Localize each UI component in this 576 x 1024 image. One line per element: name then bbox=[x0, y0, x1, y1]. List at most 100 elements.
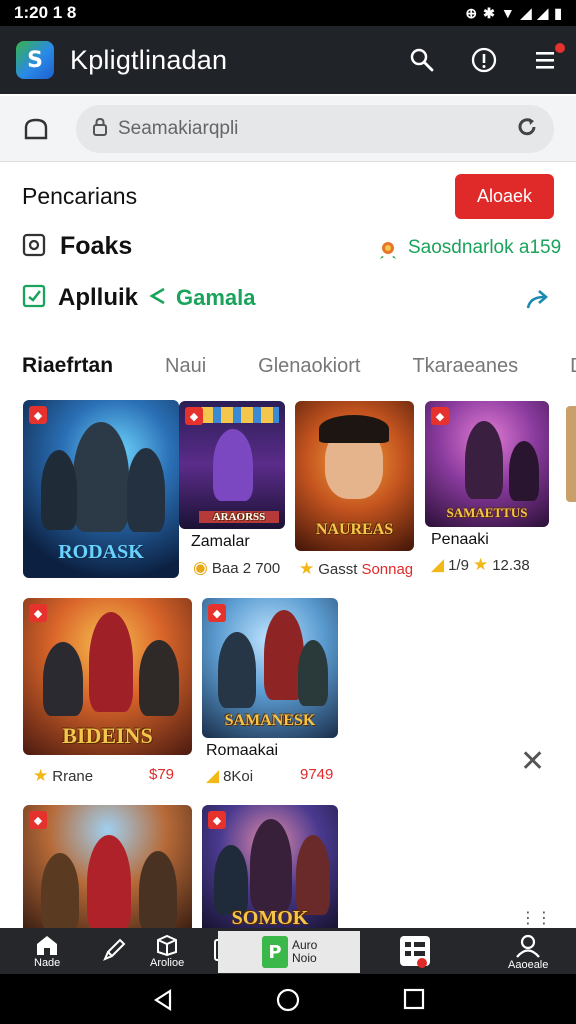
hero-hair bbox=[319, 415, 389, 443]
game-meta: ★ Rrane bbox=[33, 766, 93, 786]
notification-dot bbox=[555, 43, 565, 53]
sync-icon: ⊕ bbox=[465, 4, 478, 21]
games-label: Gamala bbox=[176, 285, 256, 310]
expand-icon[interactable]: ⋮⋮ bbox=[520, 908, 552, 927]
ticket-icon: ◢ bbox=[431, 555, 445, 574]
badge-icon: ◆ bbox=[29, 811, 47, 829]
ticket-icon: ◢ bbox=[206, 766, 220, 785]
cover-title: SAMANESK bbox=[224, 712, 316, 729]
app-logo-icon[interactable]: S bbox=[16, 41, 54, 79]
share-icon[interactable] bbox=[524, 288, 552, 316]
nav-edit[interactable] bbox=[102, 938, 126, 962]
star-icon: ★ bbox=[33, 766, 49, 785]
hero-figure bbox=[73, 422, 129, 532]
status-bar: 1:20 1 8 ⊕ ✱ ▼ ◢ ◢ ▮ bbox=[0, 0, 576, 26]
alert-button[interactable]: Aloaek bbox=[455, 174, 554, 219]
battery-icon: ▮ bbox=[554, 4, 562, 21]
recents-icon[interactable] bbox=[403, 988, 425, 1010]
game-rating: Gasst bbox=[318, 560, 358, 578]
cover-title: SOMOK bbox=[231, 907, 309, 929]
bluetooth-icon: ✱ bbox=[483, 4, 495, 21]
game-card[interactable]: ◆ BIDEINS bbox=[23, 598, 192, 755]
nav-home-label: Nade bbox=[34, 957, 61, 969]
home-circle-icon[interactable] bbox=[276, 988, 300, 1012]
tab-categories[interactable]: Tkaraeanes bbox=[412, 355, 518, 378]
game-card[interactable]: ◆ RODASK bbox=[23, 400, 179, 578]
apps-row[interactable]: Aplluik Gamala bbox=[22, 284, 256, 312]
saved-link-text: Saosdnarlok a159 bbox=[408, 237, 562, 258]
cover-title: SAMAETTUS bbox=[446, 505, 528, 520]
game-card[interactable]: ◆ SAMAETTUS bbox=[425, 401, 549, 527]
tab-more[interactable]: D bbox=[570, 355, 576, 378]
nav-home[interactable]: Nade bbox=[34, 934, 60, 969]
hero-figure bbox=[127, 448, 165, 532]
pill-sub: Noio bbox=[292, 951, 317, 965]
signal-icon: ◢ bbox=[520, 4, 532, 21]
search-row bbox=[0, 96, 576, 162]
game-card[interactable]: ◆ bbox=[23, 805, 192, 930]
nav-center-pill[interactable]: P Auro Noio bbox=[218, 931, 360, 973]
category-tabs: Riaefrtan Naui Glenaokiort Tkaraeanes D bbox=[22, 346, 576, 386]
badge-icon: ◆ bbox=[185, 407, 203, 425]
menu-icon[interactable] bbox=[532, 43, 565, 74]
square-icon bbox=[22, 233, 46, 261]
tab-games[interactable]: Glenaokiort bbox=[258, 355, 360, 378]
tab-new[interactable]: Naui bbox=[165, 355, 206, 378]
flower-icon bbox=[380, 242, 396, 259]
game-rating: Baa 2 700 bbox=[211, 559, 281, 577]
game-card[interactable]: NAUREAS bbox=[295, 401, 414, 551]
status-time: 1:20 1 8 bbox=[14, 3, 77, 22]
apps-label: Aplluik bbox=[58, 284, 139, 311]
game-title: Penaaki bbox=[431, 531, 489, 548]
hero-figure bbox=[139, 640, 179, 716]
cover-title: ARAORSS bbox=[199, 511, 279, 523]
hero-figure bbox=[41, 450, 77, 530]
nav-archive-label: Arolioe bbox=[150, 957, 185, 969]
refresh-icon[interactable] bbox=[516, 116, 538, 142]
cover-title: RODASK bbox=[58, 541, 144, 563]
app-actions bbox=[408, 43, 565, 74]
hero-figure bbox=[43, 642, 83, 716]
game-title: Romaakai bbox=[206, 742, 279, 759]
tab-recommended[interactable]: Riaefrtan bbox=[22, 354, 113, 378]
game-meta: ◉ Baa 2 700 bbox=[193, 558, 280, 578]
info-icon[interactable] bbox=[470, 46, 498, 74]
hero-figure bbox=[465, 421, 503, 499]
star-icon: ★ bbox=[299, 559, 315, 578]
hero-figure bbox=[250, 819, 292, 911]
nav-archive[interactable]: Arolioe bbox=[150, 934, 184, 969]
nav-grid[interactable] bbox=[398, 934, 432, 968]
game-price: 12.38 bbox=[492, 556, 530, 574]
hero-figure bbox=[89, 612, 133, 712]
game-meta: ◢ 8Koi bbox=[206, 766, 253, 786]
cover-band bbox=[201, 407, 279, 423]
search-field[interactable] bbox=[76, 104, 554, 153]
home-outline-icon[interactable] bbox=[14, 107, 58, 151]
search-input[interactable] bbox=[118, 117, 516, 140]
game-card[interactable]: ◆ SAMANESK bbox=[202, 598, 338, 738]
app-bar: S Kpligtlinadan bbox=[0, 26, 576, 94]
close-icon[interactable]: ✕ bbox=[520, 744, 545, 779]
signal2-icon: ◢ bbox=[537, 4, 549, 21]
game-price: Sonnag bbox=[361, 560, 414, 578]
game-card[interactable]: ◆ ARAORSS bbox=[179, 401, 285, 529]
badge-icon: ◆ bbox=[29, 406, 47, 424]
back-icon[interactable] bbox=[152, 988, 174, 1012]
game-rating: 1/9 bbox=[448, 556, 469, 574]
game-meta: ★ Gasst Sonnag bbox=[299, 559, 413, 579]
person-icon bbox=[516, 934, 541, 958]
status-icons: ⊕ ✱ ▼ ◢ ◢ ▮ bbox=[465, 5, 562, 22]
game-rating: Rrane bbox=[52, 767, 94, 785]
nav-profile[interactable]: Aaoeale bbox=[508, 934, 548, 971]
search-icon[interactable] bbox=[408, 46, 436, 74]
game-card[interactable]: ◆ SOMOK bbox=[202, 805, 338, 930]
game-rating: 8Koi bbox=[223, 767, 254, 785]
saved-link[interactable]: Saosdnarlok a159 bbox=[376, 236, 561, 260]
wifi-icon: ▼ bbox=[500, 5, 515, 21]
back-arrow-icon bbox=[148, 286, 168, 310]
fokus-row[interactable]: Foaks bbox=[22, 232, 132, 261]
hero-figure bbox=[218, 632, 256, 708]
nav-profile-label: Aaoeale bbox=[508, 959, 549, 971]
next-card-peek[interactable] bbox=[566, 406, 576, 502]
badge-icon: ◆ bbox=[208, 604, 226, 622]
